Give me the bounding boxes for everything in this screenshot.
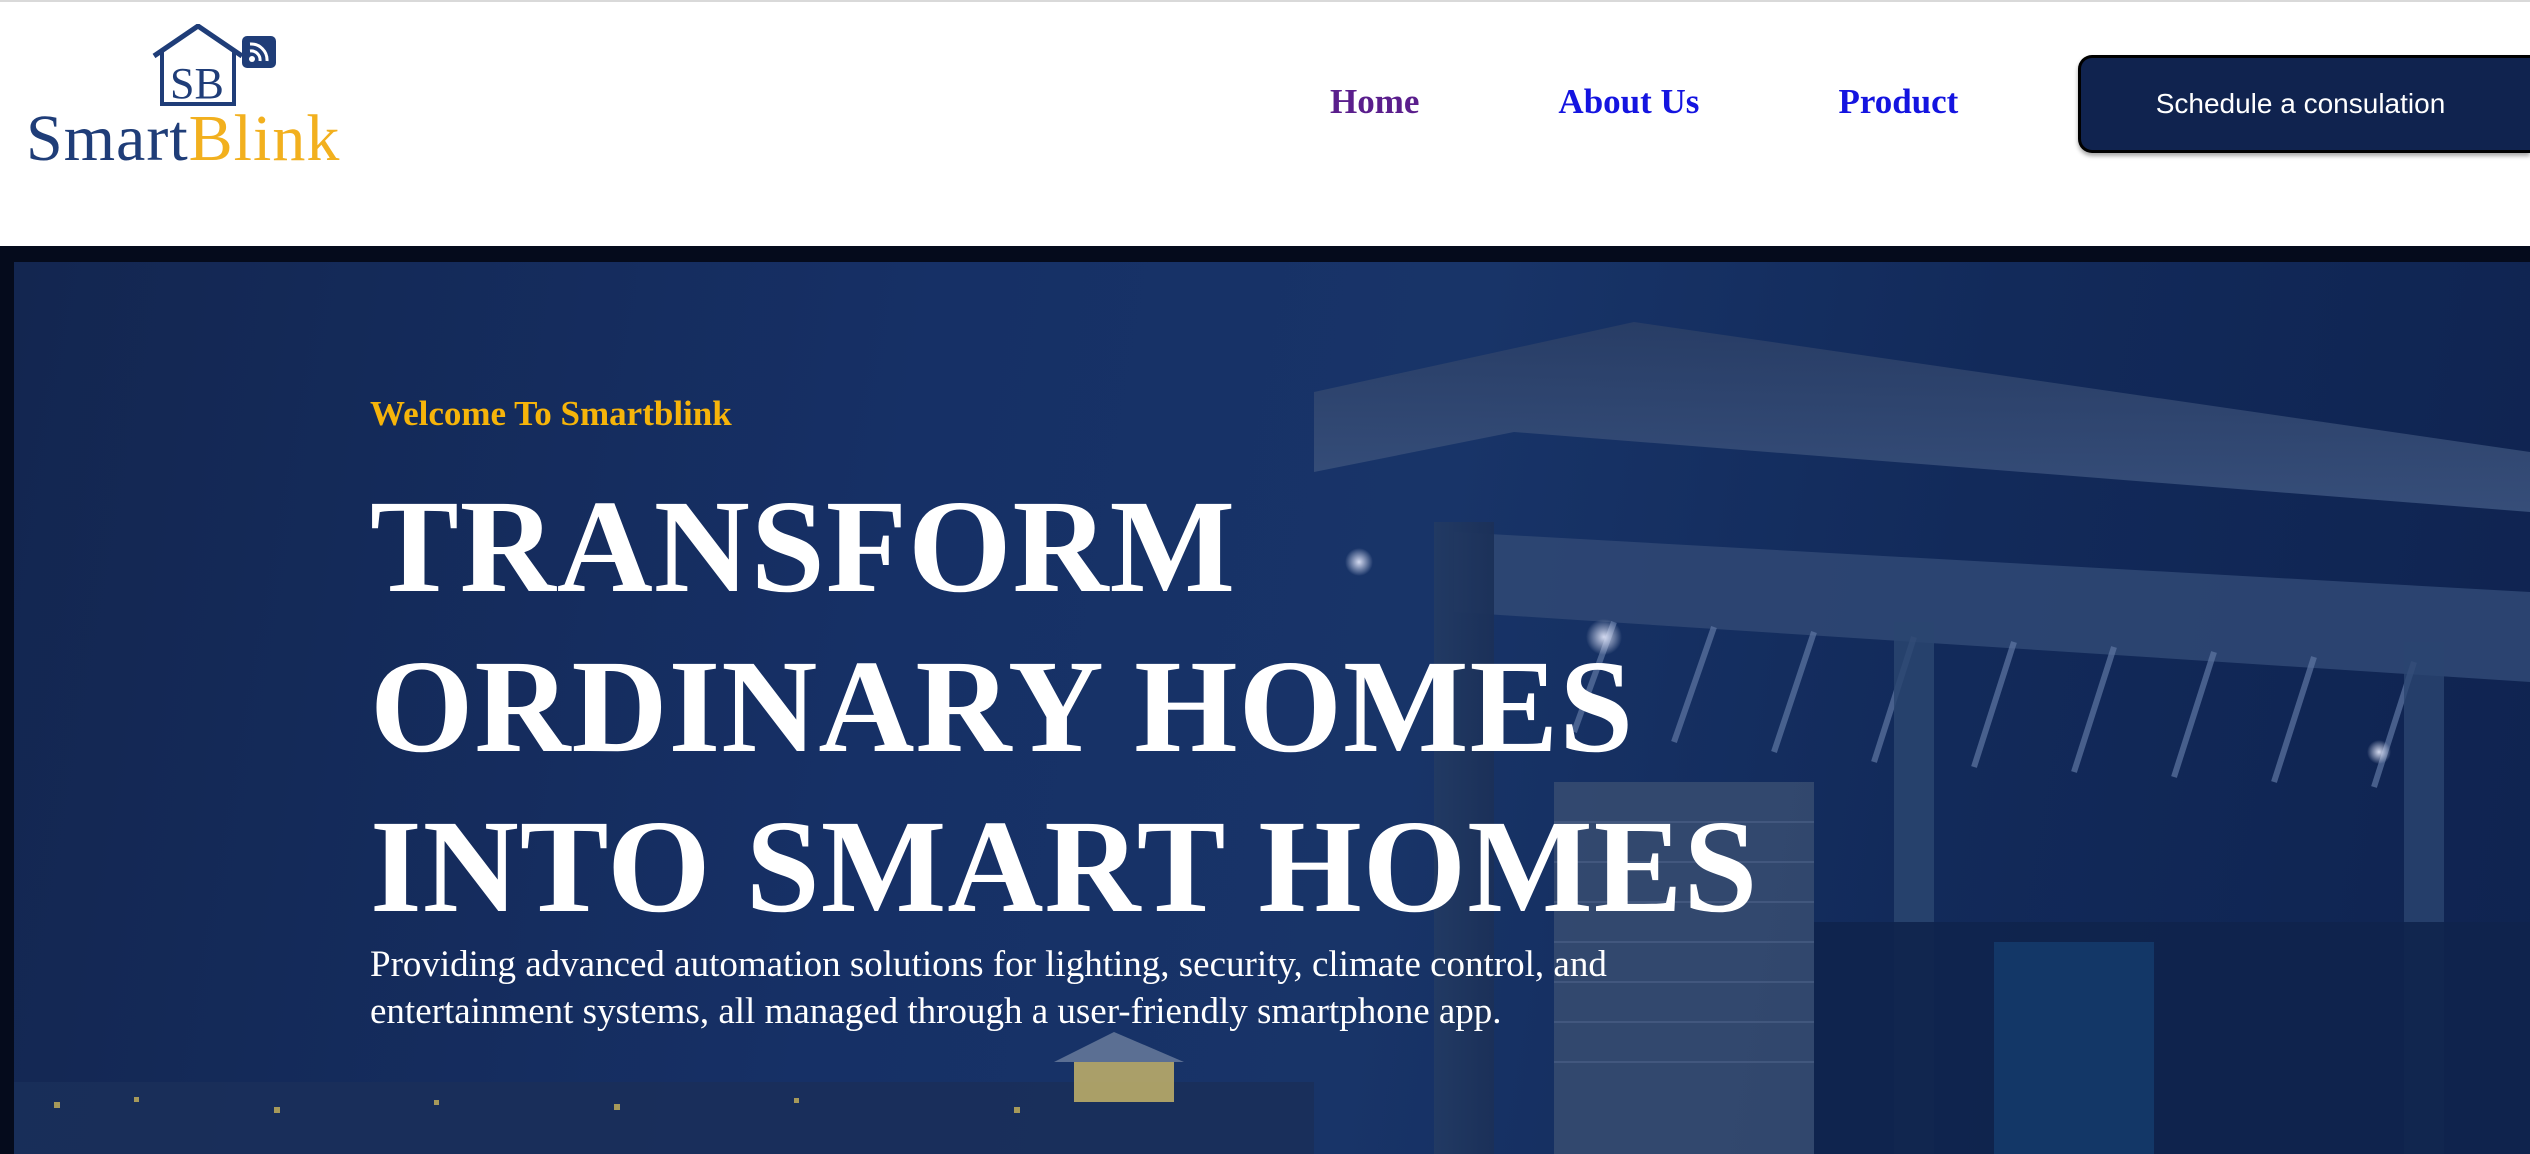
- nav-link-product[interactable]: Product: [1838, 82, 1958, 122]
- hero-section: Welcome To Smartblink TRANSFORM ORDINARY…: [0, 246, 2530, 1154]
- hero-description-line: Providing advanced automation solutions …: [370, 944, 1607, 985]
- nav-link-about-us[interactable]: About Us: [1558, 82, 1699, 122]
- main-nav: Home About Us Product: [1330, 62, 1958, 142]
- logo-monogram: SB: [170, 59, 224, 108]
- hero-description-line: entertainment systems, all managed throu…: [370, 991, 1502, 1032]
- nav-link-home[interactable]: Home: [1330, 82, 1419, 122]
- smart-home-logo-icon: SB: [152, 24, 276, 108]
- hero-title: TRANSFORM ORDINARY HOMES INTO SMART HOME…: [370, 466, 2070, 946]
- hero-kicker: Welcome To Smartblink: [370, 394, 732, 433]
- brand-name-smart: Smart: [26, 102, 189, 175]
- hero-title-line: ORDINARY HOMES: [370, 632, 1635, 780]
- brand-logo[interactable]: SB SmartBlink: [26, 24, 346, 174]
- site-header: SB SmartBlink Home About Us Product Sche…: [0, 2, 2530, 246]
- brand-wordmark: SmartBlink: [26, 106, 340, 172]
- brand-name-blink: Blink: [188, 102, 341, 175]
- hero-title-line: TRANSFORM: [370, 472, 1237, 620]
- schedule-consultation-button[interactable]: Schedule a consulation: [2078, 55, 2530, 153]
- hero-description: Providing advanced automation solutions …: [370, 941, 1770, 1035]
- schedule-consultation-label: Schedule a consulation: [2155, 88, 2446, 119]
- hero-title-line: INTO SMART HOMES: [370, 792, 1759, 940]
